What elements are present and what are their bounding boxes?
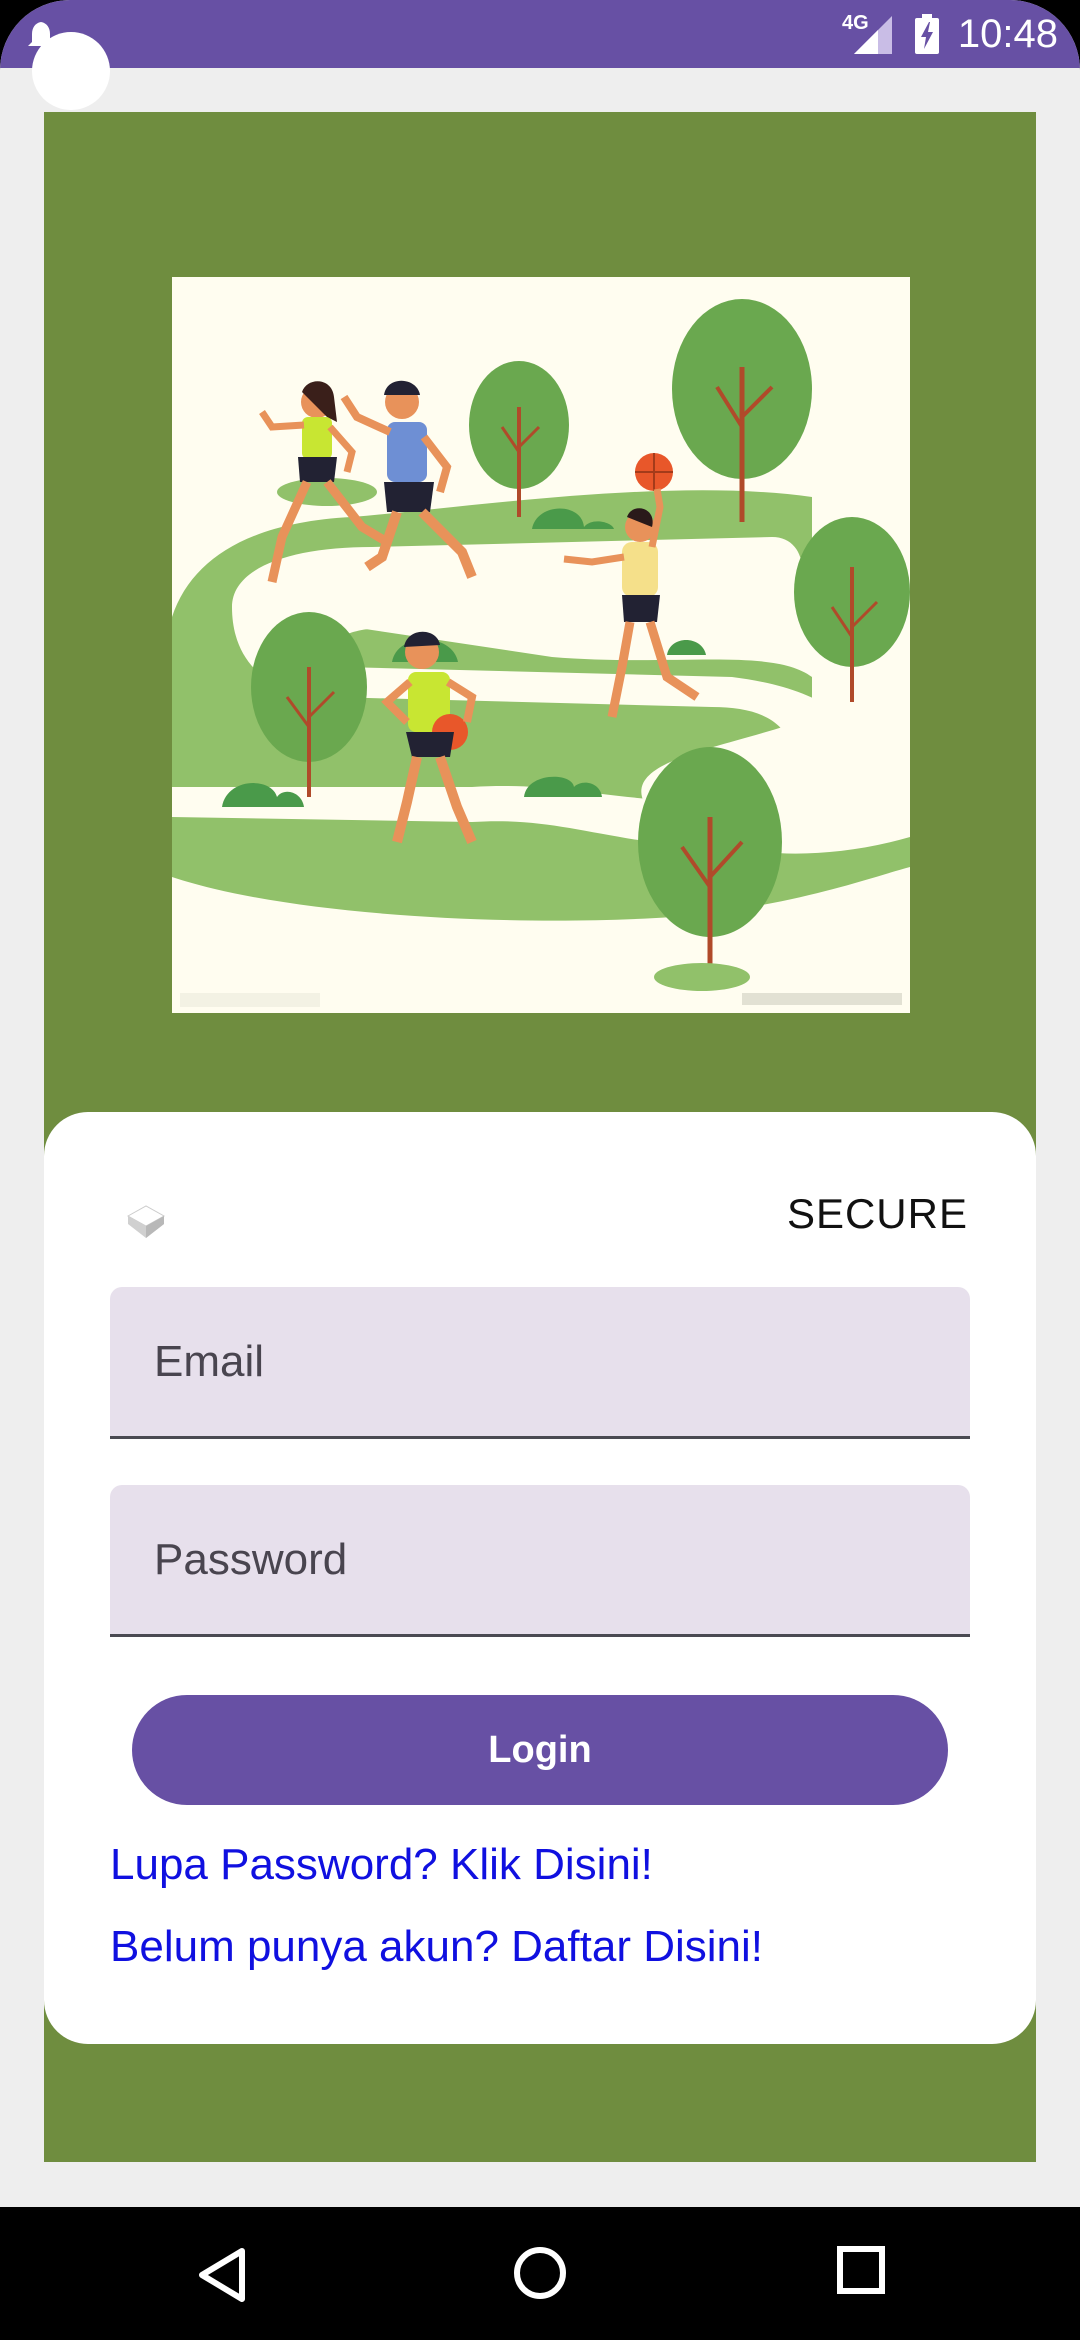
main-panel: SECURE Login Lupa Password? Klik Disini!… [44, 112, 1036, 2162]
password-field[interactable] [110, 1485, 970, 1637]
recents-icon[interactable] [836, 2245, 886, 2295]
register-link[interactable]: Belum punya akun? Daftar Disini! [110, 1922, 763, 1972]
forgot-password-link[interactable]: Lupa Password? Klik Disini! [110, 1840, 653, 1890]
navigation-bar [0, 2207, 1080, 2340]
login-button[interactable]: Login [132, 1695, 948, 1805]
home-icon[interactable] [512, 2245, 568, 2301]
device-frame: 4G 10:48 SECURE Email Login Lupa Passwor… [0, 0, 1080, 2340]
login-card: SECURE Login Lupa Password? Klik Disini!… [44, 1112, 1036, 2044]
status-time: 10:48 [957, 12, 1058, 56]
app-logo-icon [126, 1205, 166, 1238]
screen: 4G 10:48 SECURE Email Login Lupa Passwor… [0, 0, 1080, 2207]
camera-cutout [32, 32, 110, 110]
email-field[interactable] [110, 1287, 970, 1439]
password-input[interactable] [110, 1485, 970, 1634]
park-runners-illustration [172, 277, 910, 1013]
battery-charging-icon [915, 14, 939, 54]
brand-label: SECURE [786, 1190, 968, 1237]
back-icon[interactable] [196, 2245, 248, 2305]
hero-illustration [172, 277, 910, 1013]
signal-icon [854, 16, 892, 54]
email-input[interactable] [110, 1287, 970, 1436]
status-bar: 4G 10:48 [0, 0, 1080, 68]
